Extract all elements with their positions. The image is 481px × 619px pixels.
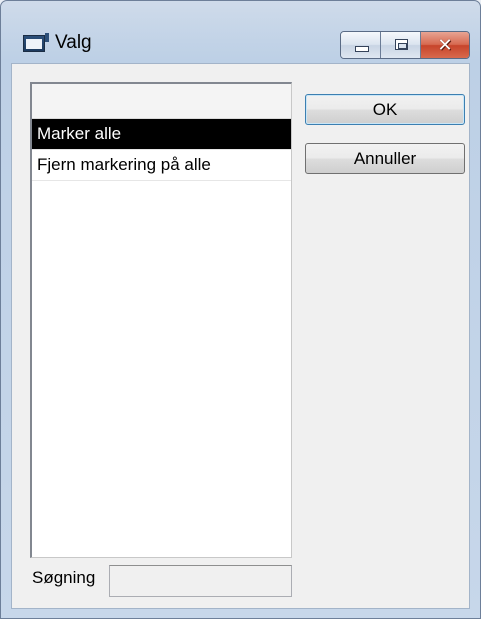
close-icon: ✕ xyxy=(437,34,453,56)
window-app-icon[interactable] xyxy=(23,33,49,52)
window-title: Valg xyxy=(55,32,92,53)
dialog-client-area: Marker alle Fjern markering på alle OK A… xyxy=(11,63,470,609)
maximize-button[interactable] xyxy=(381,32,421,58)
minimize-button[interactable] xyxy=(341,32,381,58)
minimize-icon xyxy=(355,46,369,52)
search-label: Søgning xyxy=(32,568,96,587)
list-item-deselect-all[interactable]: Fjern markering på alle xyxy=(32,150,291,181)
list-item-select-all[interactable]: Marker alle xyxy=(32,119,291,150)
options-listbox[interactable]: Marker alle Fjern markering på alle xyxy=(30,82,292,558)
close-button[interactable]: ✕ xyxy=(421,32,469,58)
search-input[interactable] xyxy=(109,565,292,597)
title-bar[interactable]: Valg ✕ xyxy=(1,1,480,63)
dialog-window: Valg ✕ Marker alle Fjern markering på al… xyxy=(0,0,481,619)
caption-buttons: ✕ xyxy=(340,31,470,59)
list-header xyxy=(32,84,291,119)
cancel-button[interactable]: Annuller xyxy=(305,143,465,174)
maximize-icon xyxy=(395,39,408,50)
ok-button[interactable]: OK xyxy=(305,94,465,125)
